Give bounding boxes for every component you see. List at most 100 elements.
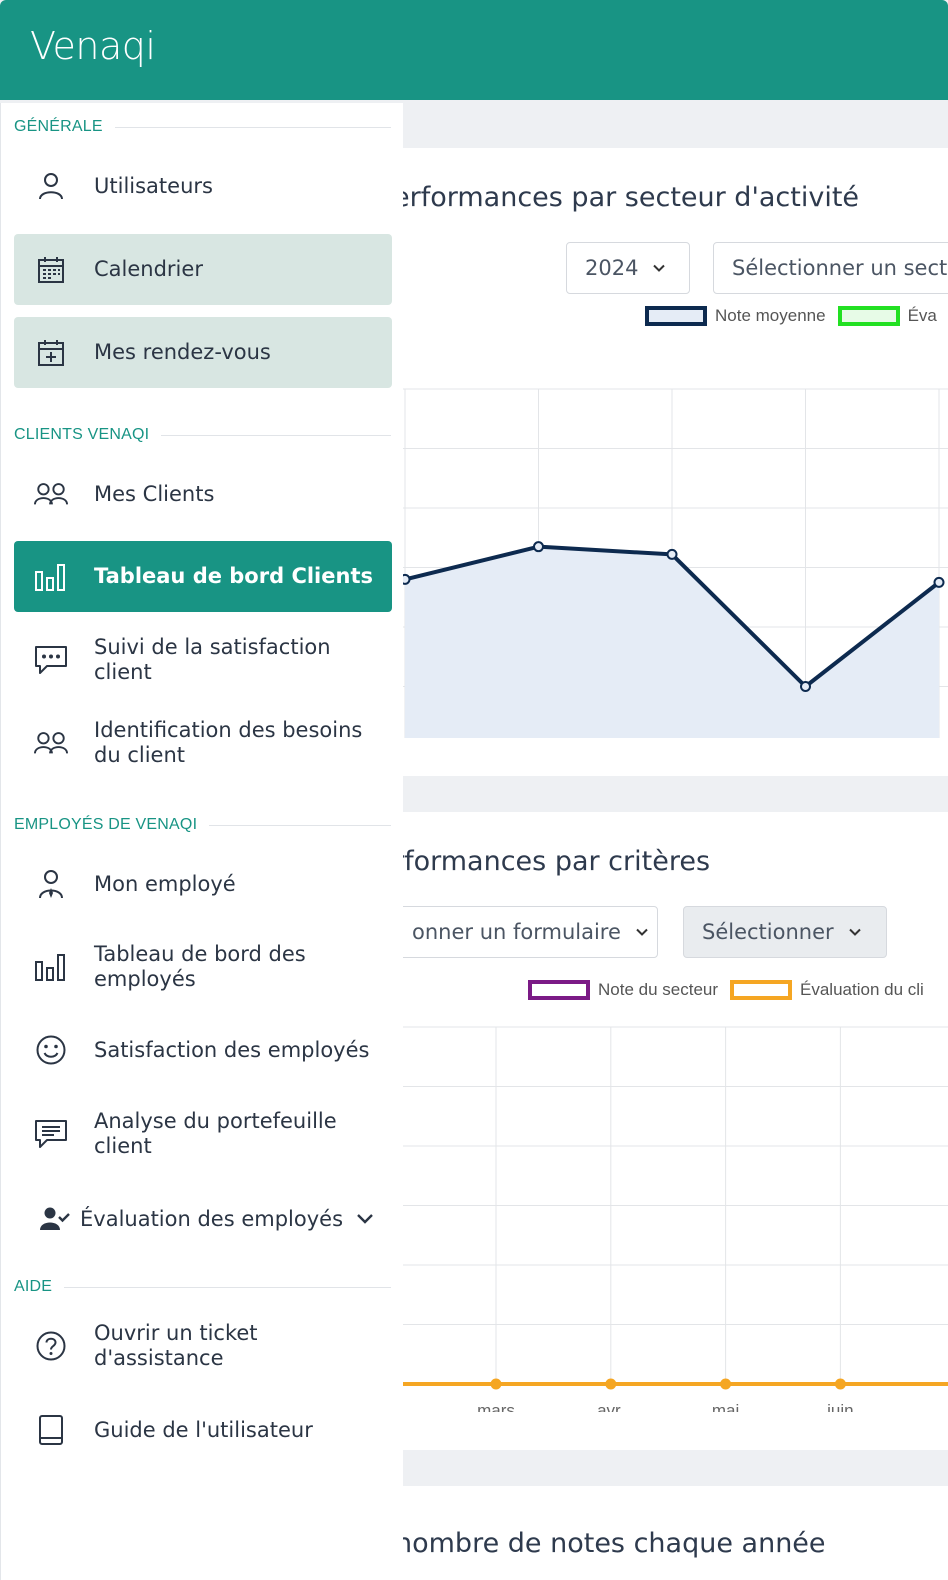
section-aide: AIDE [14, 1278, 391, 1296]
label-line: Tableau de bord des [94, 942, 306, 966]
x-tick-label: mai [712, 1401, 739, 1412]
label-line: d'assistance [94, 1346, 224, 1370]
sidebar-item-ticket-assistance[interactable]: Ouvrir un ticket d'assistance [14, 1310, 392, 1382]
sidebar-item-tableau-clients[interactable]: Tableau de bord Clients [14, 541, 392, 612]
data-point [403, 573, 411, 585]
chat-bubble-icon [34, 643, 68, 677]
sidebar-item-label: Satisfaction des employés [94, 1037, 370, 1062]
section-clients: CLIENTS VENAQI [14, 426, 391, 444]
legend-item[interactable]: Évaluation du cli [730, 980, 924, 1000]
sidebar-item-mes-clients[interactable]: Mes Clients [14, 458, 392, 530]
sidebar: GÉNÉRALE Utilisateurs Calendrier Mes ren… [0, 103, 403, 1580]
legend-swatch [837, 306, 900, 326]
legend-item[interactable]: Note du secteur [528, 980, 718, 1000]
sidebar-item-mon-employe[interactable]: Mon employé [14, 848, 392, 920]
divider [64, 1286, 391, 1288]
label-line: Identification des besoins [94, 718, 363, 742]
sidebar-item-portefeuille-client[interactable]: Analyse du portefeuille client [14, 1098, 392, 1170]
x-tick-label: mars [477, 1401, 515, 1412]
label-line: Suivi de la satisfaction [94, 635, 331, 659]
legend-swatch [645, 306, 707, 326]
label-line: employés [94, 967, 196, 991]
sidebar-item-besoins-client[interactable]: Identification des besoins du client [14, 707, 392, 779]
label-line: Ouvrir un ticket [94, 1321, 258, 1345]
data-point [533, 541, 544, 553]
section-label: AIDE [14, 1278, 53, 1295]
data-point [666, 548, 678, 560]
sidebar-item-label: Évaluation des employés [80, 1206, 344, 1231]
sidebar-item-calendrier[interactable]: Calendrier [14, 234, 392, 305]
label-line: du client [94, 743, 185, 767]
legend-label: Note du secteur [598, 980, 719, 999]
app-logo[interactable]: Venaqi [30, 24, 156, 68]
card-title: nombre de notes chaque année [403, 1528, 826, 1559]
sector-select-value: Sélectionner un sect [732, 256, 948, 280]
legend-label: Éva [907, 306, 937, 325]
sidebar-item-label: Utilisateurs [94, 173, 213, 198]
data-point [720, 1378, 732, 1390]
data-point [490, 1378, 502, 1390]
smile-icon [34, 1033, 68, 1067]
sidebar-item-utilisateurs[interactable]: Utilisateurs [14, 150, 392, 222]
sector-performance-card: erformances par secteur d'activité 2024 … [403, 148, 948, 776]
chevron-down-icon[interactable] [356, 1212, 374, 1226]
form-select-value: onner un formulaire [412, 920, 621, 944]
legend-item[interactable]: Éva [837, 306, 937, 326]
sidebar-item-guide-utilisateur[interactable]: Guide de l'utilisateur [14, 1394, 392, 1466]
question-circle-icon [34, 1329, 68, 1363]
year-select[interactable]: 2024 [566, 242, 690, 294]
sidebar-item-label: Ouvrir un ticket d'assistance [94, 1321, 258, 1371]
sidebar-item-label: Mes rendez-vous [94, 340, 271, 364]
sidebar-item-tableau-employes[interactable]: Tableau de bord des employés [14, 931, 392, 1003]
sidebar-item-label: Suivi de la satisfaction client [94, 635, 331, 685]
section-label: CLIENTS VENAQI [14, 426, 150, 443]
calendar-plus-icon [34, 336, 68, 370]
data-point [933, 576, 945, 588]
sector-select[interactable]: Sélectionner un sect [713, 242, 948, 294]
card-title: erformances par secteur d'activité [403, 182, 860, 213]
sidebar-item-label: Tableau de bord Clients [94, 564, 373, 588]
data-point [834, 1378, 846, 1390]
legend-swatch [730, 980, 793, 1000]
divider [114, 126, 391, 128]
book-icon [34, 1413, 68, 1447]
calendar-icon [34, 253, 68, 287]
message-lines-icon [34, 1117, 68, 1151]
form-select[interactable]: onner un formulaire [403, 906, 658, 958]
label-line: client [94, 1134, 152, 1158]
sector-line-chart: vr.marsavr.maijui [403, 388, 948, 738]
sidebar-item-suivi-satisfaction[interactable]: Suivi de la satisfaction client [14, 624, 392, 696]
divider [161, 434, 391, 436]
main-content: erformances par secteur d'activité 2024 … [403, 100, 948, 1580]
bar-chart-icon [34, 560, 68, 594]
chart-legend: Note du secteur Évaluation du cli [528, 980, 936, 1000]
user-check-icon [38, 1202, 72, 1236]
sidebar-item-label: Tableau de bord des employés [94, 942, 306, 992]
chevron-down-icon [636, 928, 648, 936]
data-point [800, 681, 811, 692]
top-bar: Venaqi [0, 0, 948, 100]
data-point [605, 1378, 617, 1390]
user-tie-icon [34, 867, 68, 901]
legend-label: Note moyenne [715, 306, 826, 325]
chart-legend: Note moyenne Éva [645, 306, 948, 326]
sidebar-item-satisfaction-employes[interactable]: Satisfaction des employés [14, 1014, 392, 1086]
chevron-down-icon [653, 264, 666, 272]
sidebar-item-label: Identification des besoins du client [94, 718, 362, 768]
year-select-value: 2024 [585, 256, 639, 280]
legend-item[interactable]: Note moyenne [645, 306, 826, 326]
sidebar-item-rendez-vous[interactable]: Mes rendez-vous [14, 317, 392, 388]
chevron-down-icon [848, 928, 861, 936]
bar-chart-icon [34, 950, 68, 984]
legend-label: Évaluation du cli [800, 980, 924, 999]
criteria-select-value: Sélectionner [702, 920, 834, 944]
card-title: rformances par critères [403, 846, 711, 877]
divider [209, 824, 391, 826]
label-line: Analyse du portefeuille [94, 1109, 337, 1133]
section-generale: GÉNÉRALE [14, 118, 391, 136]
section-employes: EMPLOYÉS DE VENAQI [14, 816, 391, 834]
users-icon [34, 477, 68, 511]
sidebar-item-evaluation-employes[interactable]: Évaluation des employés [14, 1183, 392, 1255]
criteria-select[interactable]: Sélectionner [683, 906, 887, 958]
sidebar-item-label: Mon employé [94, 871, 236, 896]
